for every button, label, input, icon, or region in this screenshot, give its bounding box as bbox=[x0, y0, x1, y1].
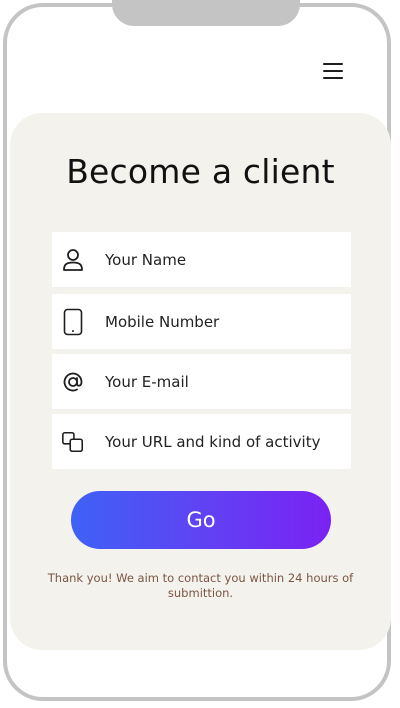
mobile-phone-icon bbox=[61, 308, 85, 336]
name-placeholder: Your Name bbox=[105, 250, 187, 269]
mobile-field[interactable]: Mobile Number bbox=[52, 294, 351, 349]
go-button[interactable]: Go bbox=[71, 491, 331, 549]
phone-notch bbox=[112, 0, 300, 26]
email-field[interactable]: Your E-mail bbox=[52, 354, 351, 409]
submission-note: Thank you! We aim to contact you within … bbox=[47, 571, 354, 600]
at-sign-icon bbox=[61, 368, 85, 396]
copy-squares-icon bbox=[61, 428, 85, 456]
phone-mockup: Become a client Your Name Mobile Number bbox=[0, 0, 400, 708]
page-title: Become a client bbox=[66, 152, 335, 191]
name-field[interactable]: Your Name bbox=[52, 232, 351, 287]
mobile-placeholder: Mobile Number bbox=[105, 312, 220, 331]
user-icon bbox=[61, 246, 85, 274]
email-placeholder: Your E-mail bbox=[105, 372, 189, 391]
url-activity-placeholder: Your URL and kind of activity bbox=[105, 432, 321, 451]
url-activity-field[interactable]: Your URL and kind of activity bbox=[52, 414, 351, 469]
hamburger-menu-icon[interactable] bbox=[323, 63, 343, 79]
